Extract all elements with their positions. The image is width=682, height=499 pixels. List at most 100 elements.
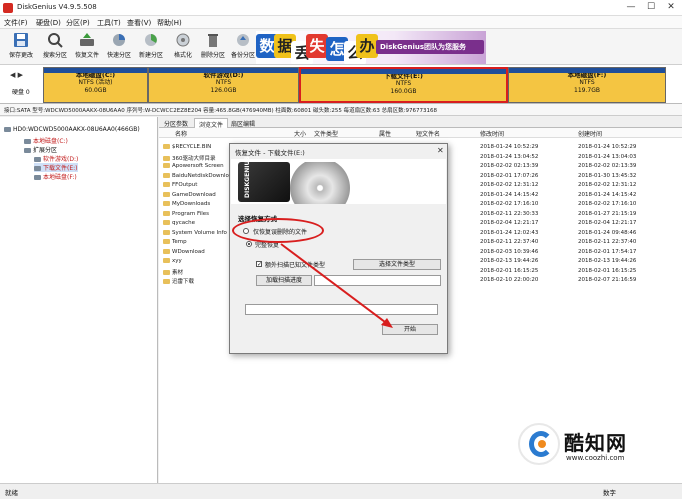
folder-icon xyxy=(163,201,170,206)
partition-d[interactable]: 软件游戏(D:) NTFS 126.0GB xyxy=(148,67,299,103)
tree-item-f-label: 本地磁盘(F:) xyxy=(43,174,77,181)
scan-progress-path-field[interactable] xyxy=(314,275,441,286)
status-bar: 就绪 数字 xyxy=(0,483,682,499)
column-attr[interactable]: 属性 xyxy=(379,129,391,138)
tree-item-c[interactable]: 本地磁盘(C:) xyxy=(24,136,68,145)
menu-tools[interactable]: 工具(T) xyxy=(97,18,121,28)
modified-cell: 2018-02-02 17:16:10 xyxy=(480,201,539,207)
tree-item-f[interactable]: 本地磁盘(F:) xyxy=(34,172,77,181)
created-cell: 2018-02-04 12:21:17 xyxy=(578,220,637,226)
menu-disk[interactable]: 硬盘(D) xyxy=(36,18,61,28)
folder-icon xyxy=(163,269,170,275)
created-cell: 2018-02-13 19:44:26 xyxy=(578,258,637,264)
file-name-cell: GameDownload xyxy=(163,191,216,198)
partition-icon xyxy=(34,166,41,171)
disk-map: ◀ ▶ 硬盘 0 本地磁盘(C:) NTFS (活动) 60.0GB 软件游戏(… xyxy=(0,65,682,104)
file-name: BaiduNetdiskDownlo xyxy=(172,172,229,179)
modified-cell: 2018-02-13 19:44:26 xyxy=(480,258,539,264)
disk-info-bar: 接口:SATA 型号:WDCWD5000AAKX-08U6AA0 序列号:W-D… xyxy=(0,104,682,116)
partition-f-fs: NTFS xyxy=(579,79,595,86)
partition-c-size: 60.0GB xyxy=(84,87,107,94)
promo-banner[interactable]: 数 据 丢 失 怎 么 办 DiskGenius团队为您服务 xyxy=(256,31,486,64)
column-size[interactable]: 大小 xyxy=(294,129,306,138)
tab-partition-params[interactable]: 分区参数 xyxy=(160,118,192,128)
file-name-cell: MyDownloads xyxy=(163,201,210,207)
file-name: $RECYCLE.BIN xyxy=(172,144,212,150)
folder-icon xyxy=(163,220,170,225)
created-cell: 2018-01-30 13:45:32 xyxy=(578,172,637,179)
disk-nav-arrows[interactable]: ◀ ▶ xyxy=(10,71,23,79)
partition-icon xyxy=(24,139,31,144)
search-icon xyxy=(48,33,63,48)
checkbox-extra-scan-label[interactable]: 额外扫描已知文件类型 xyxy=(265,260,325,269)
folder-icon xyxy=(163,144,170,149)
column-created[interactable]: 创建时间 xyxy=(578,129,602,138)
file-name-cell: 迅雷下载 xyxy=(163,277,194,285)
file-name: Temp xyxy=(172,239,187,245)
minimize-button[interactable]: — xyxy=(624,1,638,14)
pane-tabs: 分区参数 浏览文件 扇区编辑 xyxy=(159,117,682,129)
folder-icon xyxy=(163,248,170,254)
banner-char-4: 失 xyxy=(306,34,328,58)
recover-icon xyxy=(80,33,94,46)
start-button[interactable]: 开始 xyxy=(382,324,438,335)
created-cell: 2018-02-02 12:31:12 xyxy=(578,182,637,188)
modified-cell: 2018-02-11 22:30:33 xyxy=(480,210,539,217)
partition-f[interactable]: 本地磁盘(F:) NTFS 119.7GB xyxy=(508,67,666,103)
file-name: WDownload xyxy=(172,248,205,255)
recover-files-dialog: 恢复文件 - 下载文件(E:) ✕ DISKGENIUS 选择恢复方式 仅恢复误… xyxy=(229,143,448,354)
menu-bar: 文件(F) 硬盘(D) 分区(P) 工具(T) 查看(V) 帮助(H) xyxy=(0,16,682,29)
created-cell: 2018-01-24 10:52:29 xyxy=(578,144,637,150)
tree-root-disk[interactable]: HD0:WDCWD5000AAKX-08U6AA0(466GB) xyxy=(4,126,140,133)
column-name[interactable]: 名称 xyxy=(175,129,187,138)
created-cell: 2018-02-01 16:15:25 xyxy=(578,267,637,274)
column-short-name[interactable]: 短文件名 xyxy=(416,129,440,138)
partition-e-size: 160.0GB xyxy=(390,88,417,95)
folder-icon xyxy=(163,191,170,197)
file-name: System Volume Info xyxy=(172,229,227,236)
folder-icon xyxy=(163,210,170,216)
menu-partition[interactable]: 分区(P) xyxy=(66,18,90,28)
partition-c[interactable]: 本地磁盘(C:) NTFS (活动) 60.0GB xyxy=(43,67,148,103)
created-cell: 2018-02-07 21:16:59 xyxy=(578,277,637,283)
menu-help[interactable]: 帮助(H) xyxy=(157,18,182,28)
created-cell: 2018-02-02 02:13:39 xyxy=(578,163,637,169)
file-name-cell: Program Files xyxy=(163,210,209,217)
maximize-button[interactable]: ☐ xyxy=(644,1,658,14)
created-cell: 2018-02-01 17:54:17 xyxy=(578,248,637,255)
new-partition-icon xyxy=(145,34,157,46)
folder-icon xyxy=(163,182,170,187)
modified-cell: 2018-02-03 10:39:46 xyxy=(480,248,539,255)
column-type[interactable]: 文件类型 xyxy=(314,129,338,138)
partition-icon xyxy=(34,157,41,162)
tree-item-e[interactable]: 下载文件(E:) xyxy=(34,163,78,172)
disk-info-text: 接口:SATA 型号:WDCWD5000AAKX-08U6AA0 序列号:W-D… xyxy=(4,108,438,114)
created-cell: 2018-02-11 22:37:40 xyxy=(578,239,637,245)
checkbox-extra-scan[interactable]: ✓ xyxy=(256,261,262,268)
tree-item-d[interactable]: 软件游戏(D:) xyxy=(34,154,78,163)
menu-view[interactable]: 查看(V) xyxy=(127,18,151,28)
select-file-types-button[interactable]: 选择文件类型 xyxy=(353,259,441,270)
radio-full-recovery[interactable] xyxy=(246,241,252,247)
tree-item-d-label: 软件游戏(D:) xyxy=(43,156,79,163)
close-button[interactable]: ✕ xyxy=(664,1,678,14)
save-changes-label: 保存更改 xyxy=(8,52,33,59)
folder-icon xyxy=(163,279,170,284)
file-name-cell: qycache xyxy=(163,220,195,226)
hard-drive-icon: DISKGENIUS xyxy=(238,156,290,202)
save-changes-button[interactable]: 保存更改 xyxy=(2,31,40,63)
load-scan-progress-button[interactable]: 加载扫描进度 xyxy=(256,275,312,286)
modified-cell: 2018-02-01 17:07:26 xyxy=(480,172,539,179)
backup-icon xyxy=(237,34,249,46)
tree-item-extended[interactable]: 扩展分区 xyxy=(24,145,57,154)
partition-e[interactable]: 下载文件(E:) NTFS 160.0GB xyxy=(299,67,508,103)
tab-browse-files[interactable]: 浏览文件 xyxy=(194,118,229,129)
save-icon xyxy=(14,33,28,47)
dialog-close-button[interactable]: ✕ xyxy=(437,146,444,155)
tab-sector-editor[interactable]: 扇区编辑 xyxy=(227,118,259,128)
column-modified[interactable]: 修改时间 xyxy=(480,129,504,138)
menu-file[interactable]: 文件(F) xyxy=(4,18,28,28)
file-name: 迅雷下载 xyxy=(172,279,195,285)
folder-icon xyxy=(163,239,170,244)
disk-label: 硬盘 0 xyxy=(12,89,30,96)
